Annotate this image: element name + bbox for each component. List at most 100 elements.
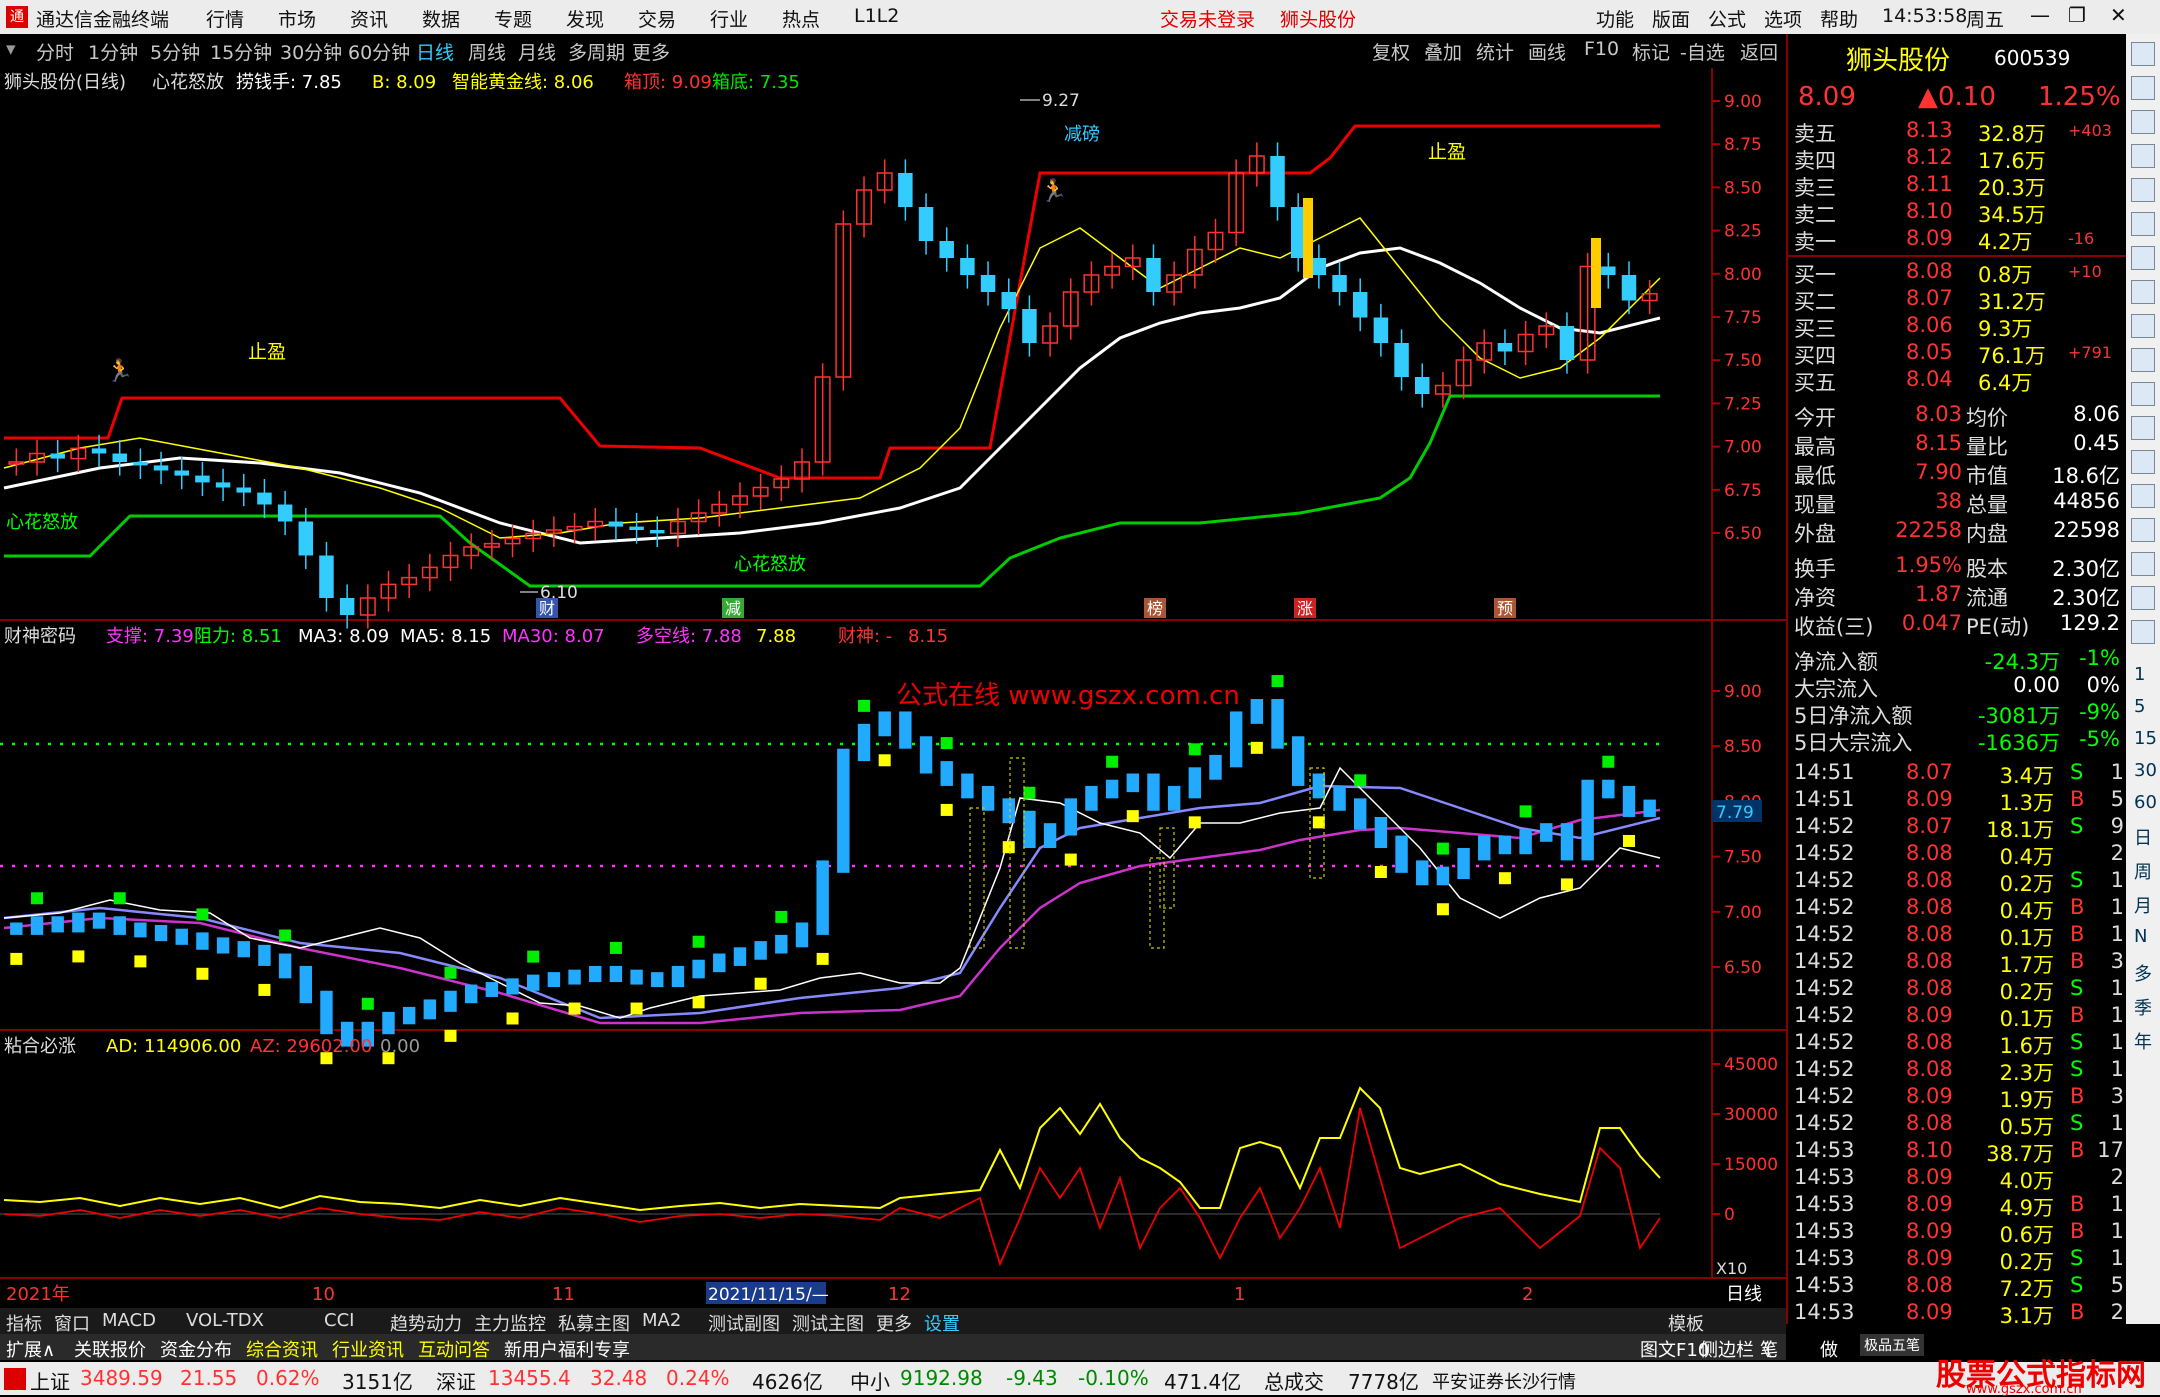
extension-tab[interactable]: 做 bbox=[1820, 1336, 1838, 1362]
ask-row[interactable]: 卖五 8.13 32.8万 +403 bbox=[1794, 118, 2124, 146]
table-icon[interactable] bbox=[2131, 144, 2155, 168]
extension-tab[interactable]: 笔 bbox=[1760, 1336, 1778, 1362]
menu-item[interactable]: 专题 bbox=[494, 5, 532, 32]
period-side-tab[interactable]: 年 bbox=[2134, 1028, 2152, 1054]
extension-tab[interactable]: 行业资讯 bbox=[332, 1336, 404, 1362]
indicator-tab[interactable]: VOL-TDX bbox=[186, 1310, 264, 1331]
ask-row[interactable]: 卖四 8.12 17.6万 bbox=[1794, 145, 2124, 173]
stock-chart[interactable]: 狮头股份(日线) 心花怒放 捞钱手: 7.85 B: 8.09 智能黄金线: 8… bbox=[0, 68, 1786, 1310]
indicator-tab[interactable]: 窗口 bbox=[54, 1310, 90, 1336]
menu-item[interactable]: 资讯 bbox=[350, 5, 388, 32]
period-tab[interactable]: 分时 bbox=[36, 38, 74, 65]
period-tab-active[interactable]: 日线 bbox=[416, 38, 454, 65]
restore-icon[interactable]: ❐ bbox=[2068, 3, 2086, 27]
period-side-tab[interactable]: 周 bbox=[2134, 858, 2152, 884]
ask-row[interactable]: 卖三 8.11 20.3万 bbox=[1794, 172, 2124, 200]
indicator-tab[interactable]: CCI bbox=[324, 1310, 354, 1331]
period-tab[interactable]: 30分钟 bbox=[280, 38, 342, 65]
rsi-icon[interactable] bbox=[2131, 484, 2155, 508]
indicator-tab[interactable]: 主力监控 bbox=[474, 1310, 546, 1336]
doc-icon[interactable] bbox=[2131, 314, 2155, 338]
toolbar-button[interactable]: 画线 bbox=[1528, 38, 1566, 65]
menu-formula[interactable]: 公式 bbox=[1708, 5, 1746, 32]
bid-row[interactable]: 买一 8.08 0.8万 +10 bbox=[1794, 259, 2124, 287]
period-tab[interactable]: 周线 bbox=[468, 38, 506, 65]
period-tab[interactable]: 60分钟 bbox=[348, 38, 410, 65]
period-side-tab[interactable]: 日 bbox=[2134, 824, 2152, 850]
menu-item[interactable]: 行情 bbox=[206, 5, 244, 32]
f5-icon[interactable] bbox=[2131, 586, 2155, 610]
indicator-tab[interactable]: MACD bbox=[102, 1310, 156, 1331]
indicator-tab[interactable]: 指标 bbox=[6, 1310, 42, 1336]
bid-row[interactable]: 买三 8.06 9.3万 bbox=[1794, 313, 2124, 341]
indicator-tab[interactable]: MA2 bbox=[642, 1310, 681, 1331]
period-side-tab[interactable]: 月 bbox=[2134, 892, 2152, 918]
up-arrow-icon[interactable] bbox=[2131, 42, 2155, 66]
extension-tab[interactable]: 图文F10 bbox=[1640, 1336, 1709, 1362]
bid-row[interactable]: 买五 8.04 6.4万 bbox=[1794, 367, 2124, 395]
login-status-link[interactable]: 交易未登录 bbox=[1160, 5, 1255, 32]
period-minute-5[interactable]: 5 bbox=[2134, 696, 2145, 717]
down-arrow-icon[interactable] bbox=[2131, 76, 2155, 100]
chart-icon[interactable] bbox=[2131, 110, 2155, 134]
toolbar-button[interactable]: F10 bbox=[1584, 38, 1619, 60]
f1-icon[interactable] bbox=[2131, 348, 2155, 372]
period-side-tab[interactable]: 多 bbox=[2134, 960, 2152, 986]
more-periods-button[interactable]: 更多 bbox=[632, 38, 670, 65]
circle-icon[interactable] bbox=[2131, 450, 2155, 474]
toolbar-button[interactable]: 标记 bbox=[1632, 38, 1670, 65]
move-icon[interactable] bbox=[2131, 518, 2155, 542]
period-tab[interactable]: 多周期 bbox=[568, 38, 625, 65]
toolbar-button[interactable]: -自选 bbox=[1680, 38, 1725, 65]
close-icon[interactable]: ✕ bbox=[2110, 3, 2127, 27]
menu-item[interactable]: 行业 bbox=[710, 5, 748, 32]
toolbar-button[interactable]: 叠加 bbox=[1424, 38, 1462, 65]
period-tab[interactable]: 15分钟 bbox=[210, 38, 272, 65]
indicator-tab[interactable]: 设置 bbox=[924, 1310, 960, 1336]
menu-item[interactable]: 市场 bbox=[278, 5, 316, 32]
fin-icon[interactable] bbox=[2131, 280, 2155, 304]
ask-row[interactable]: 卖二 8.10 34.5万 bbox=[1794, 199, 2124, 227]
k-icon[interactable] bbox=[2131, 620, 2155, 644]
extension-tab[interactable]: 资金分布 bbox=[160, 1336, 232, 1362]
period-tab[interactable]: 5分钟 bbox=[150, 38, 200, 65]
period-minute-60[interactable]: 60 bbox=[2134, 792, 2157, 813]
period-minute-30[interactable]: 30 bbox=[2134, 760, 2157, 781]
period-minute-1[interactable]: 1 bbox=[2134, 664, 2145, 685]
menu-item[interactable]: 热点 bbox=[782, 5, 820, 32]
bar-icon[interactable] bbox=[2131, 212, 2155, 236]
bid-row[interactable]: 买四 8.05 76.1万 +791 bbox=[1794, 340, 2124, 368]
stock-link[interactable]: 狮头股份 bbox=[1280, 5, 1356, 32]
minimize-icon[interactable]: — bbox=[2030, 3, 2050, 27]
menu-item[interactable]: 交易 bbox=[638, 5, 676, 32]
pen-icon[interactable] bbox=[2131, 552, 2155, 576]
indicator-tab[interactable]: 趋势动力 bbox=[390, 1310, 462, 1336]
grid-icon[interactable] bbox=[2131, 246, 2155, 270]
menu-item[interactable]: L1L2 bbox=[854, 5, 899, 27]
menu-func[interactable]: 功能 bbox=[1596, 5, 1634, 32]
f2-icon[interactable] bbox=[2131, 382, 2155, 406]
period-side-tab[interactable]: 季 bbox=[2134, 994, 2152, 1020]
menu-item[interactable]: 发现 bbox=[566, 5, 604, 32]
toolbar-button[interactable]: 统计 bbox=[1476, 38, 1514, 65]
extension-tab[interactable]: 综合资讯 bbox=[246, 1336, 318, 1362]
period-tab[interactable]: 月线 bbox=[518, 38, 556, 65]
f3-icon[interactable] bbox=[2131, 416, 2155, 440]
period-tab[interactable]: 1分钟 bbox=[88, 38, 138, 65]
extension-tab[interactable]: 扩展∧ bbox=[6, 1336, 55, 1362]
indicator-tab[interactable]: 更多 bbox=[876, 1310, 912, 1336]
period-minute-15[interactable]: 15 bbox=[2134, 728, 2157, 749]
extension-tab[interactable]: 新用户福利专享 bbox=[504, 1336, 630, 1362]
toolbar-button[interactable]: 复权 bbox=[1372, 38, 1410, 65]
indicator-tab[interactable]: 测试副图 bbox=[708, 1310, 780, 1336]
menu-item[interactable]: 数据 bbox=[422, 5, 460, 32]
menu-layout[interactable]: 版面 bbox=[1652, 5, 1690, 32]
expand-icon[interactable]: ▾ bbox=[6, 38, 16, 60]
line-icon[interactable] bbox=[2131, 178, 2155, 202]
indicator-tab[interactable]: 私募主图 bbox=[558, 1310, 630, 1336]
bid-row[interactable]: 买二 8.07 31.2万 bbox=[1794, 286, 2124, 314]
menu-options[interactable]: 选项 bbox=[1764, 5, 1802, 32]
extension-tab[interactable]: 关联报价 bbox=[74, 1336, 146, 1362]
ask-row[interactable]: 卖一 8.09 4.2万 -16 bbox=[1794, 226, 2124, 254]
toolbar-button[interactable]: 返回 bbox=[1740, 38, 1778, 65]
